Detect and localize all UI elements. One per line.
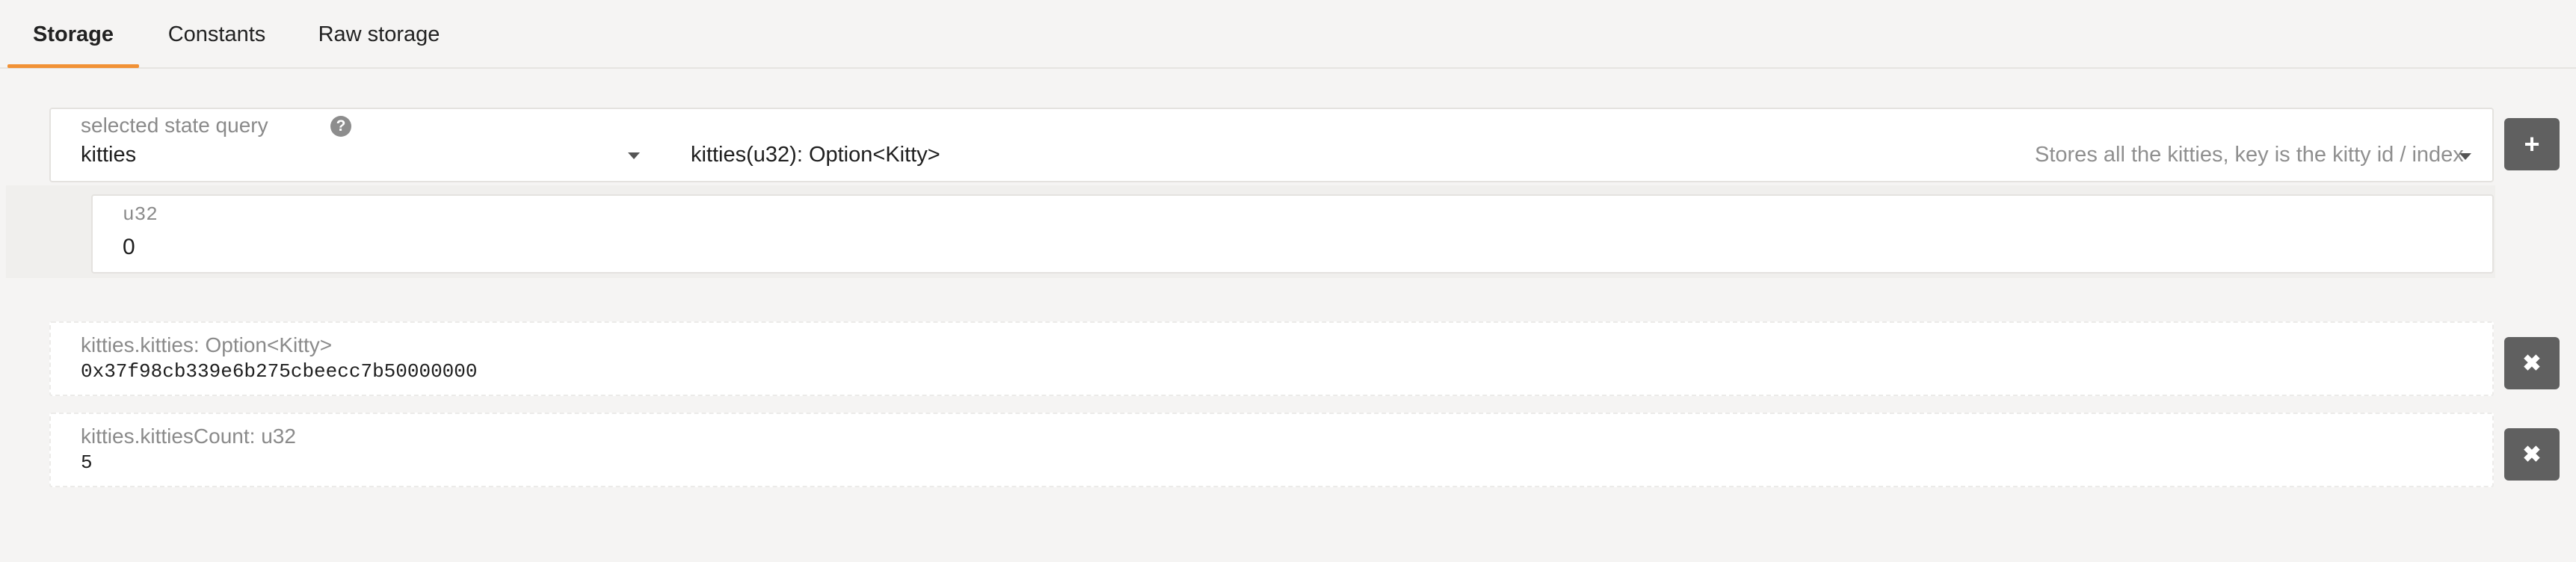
param-type-label: u32 — [123, 203, 158, 226]
tab-bar: Storage Constants Raw storage — [0, 0, 2576, 69]
module-select[interactable]: kitties — [81, 143, 136, 167]
result-label: kitties.kitties: Option<Kitty> — [81, 333, 333, 356]
plus-icon: + — [2524, 129, 2540, 159]
close-icon: ✖ — [2522, 351, 2542, 376]
remove-result-button[interactable]: ✖ — [2504, 337, 2560, 389]
result-value: 0x37f98cb339e6b275cbeecc7b50000000 — [81, 360, 478, 383]
storage-item-description: Stores all the kitties, key is the kitty… — [2035, 143, 2464, 167]
result-value: 5 — [81, 451, 93, 474]
active-tab-indicator — [7, 64, 139, 68]
result-label: kitties.kittiesCount: u32 — [81, 424, 296, 448]
param-value-input[interactable]: 0 — [123, 235, 135, 260]
tab-raw-storage[interactable]: Raw storage — [312, 0, 446, 69]
param-input-card[interactable]: u32 0 — [91, 194, 2494, 274]
storage-item-dropdown-caret-icon[interactable] — [2459, 153, 2471, 160]
storage-item-select[interactable]: kitties(u32): Option<Kitty> — [691, 143, 940, 167]
result-row: kitties.kitties: Option<Kitty> 0x37f98cb… — [49, 321, 2494, 396]
module-dropdown-caret-icon[interactable] — [628, 152, 640, 159]
add-query-button[interactable]: + — [2504, 118, 2560, 170]
state-query-label: selected state query — [81, 114, 268, 137]
tab-constants[interactable]: Constants — [157, 0, 277, 69]
close-icon: ✖ — [2522, 442, 2542, 467]
question-circle-icon[interactable]: ? — [330, 116, 351, 137]
tab-storage[interactable]: Storage — [7, 0, 139, 69]
remove-result-button[interactable]: ✖ — [2504, 428, 2560, 481]
state-query-selector[interactable]: selected state query ? kitties kitties(u… — [49, 108, 2494, 182]
result-row: kitties.kittiesCount: u32 5 — [49, 413, 2494, 487]
